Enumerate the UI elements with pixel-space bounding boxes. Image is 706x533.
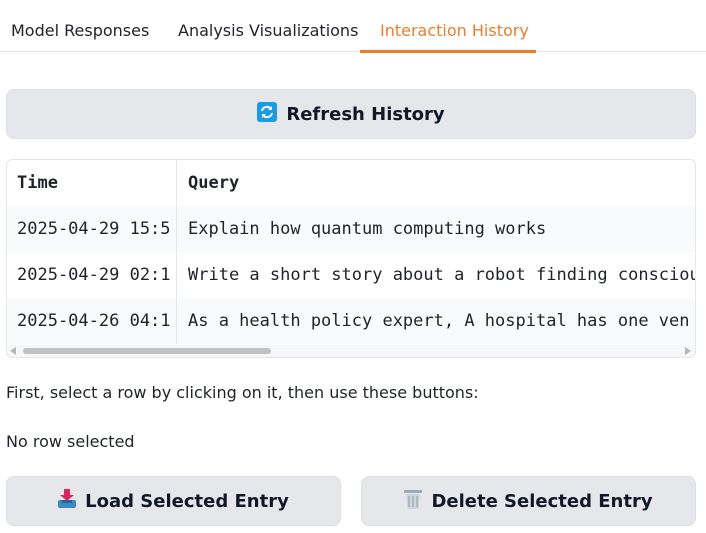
history-table: Time Query 2025-04-29 15:5 Explain how q… [6,159,696,358]
cell-time: 2025-04-26 04:1 [7,298,177,344]
tab-interaction-history[interactable]: Interaction History [360,0,536,53]
inbox-tray-icon [58,488,77,514]
delete-selected-entry-label: Delete Selected Entry [431,490,653,512]
scrollbar-thumb[interactable] [23,348,271,354]
delete-selected-entry-button[interactable]: Delete Selected Entry [361,476,696,526]
cell-query: As a health policy expert, A hospital ha… [188,311,690,331]
table-row[interactable]: 2025-04-29 02:1 Write a short story abou… [7,252,696,298]
table-header-row: Time Query [7,160,695,206]
instructions-text: First, select a row by clicking on it, t… [6,383,479,402]
scroll-left-icon[interactable] [10,347,16,355]
cell-query: Write a short story about a robot findin… [188,265,696,285]
tab-analysis-visualizations[interactable]: Analysis Visualizations [178,0,358,52]
cell-time: 2025-04-29 02:1 [7,252,177,298]
column-header-time[interactable]: Time [7,160,177,206]
horizontal-scrollbar[interactable] [7,345,695,357]
selection-status: No row selected [6,432,135,451]
refresh-history-button[interactable]: Refresh History [6,89,696,139]
cell-query: Explain how quantum computing works [188,219,547,239]
tab-model-responses[interactable]: Model Responses [11,0,149,52]
refresh-icon [257,101,278,127]
tab-bar: Model Responses Analysis Visualizations … [0,0,706,53]
table-row[interactable]: 2025-04-29 15:5 Explain how quantum comp… [7,206,695,252]
load-selected-entry-button[interactable]: Load Selected Entry [6,476,341,526]
column-header-query[interactable]: Query [178,160,695,206]
load-selected-entry-label: Load Selected Entry [85,490,289,512]
scroll-right-icon[interactable] [685,347,691,355]
cell-time: 2025-04-29 15:5 [7,206,177,252]
refresh-history-label: Refresh History [286,103,445,125]
table-row[interactable]: 2025-04-26 04:1 As a health policy exper… [7,298,695,344]
wastebasket-icon [404,489,423,514]
